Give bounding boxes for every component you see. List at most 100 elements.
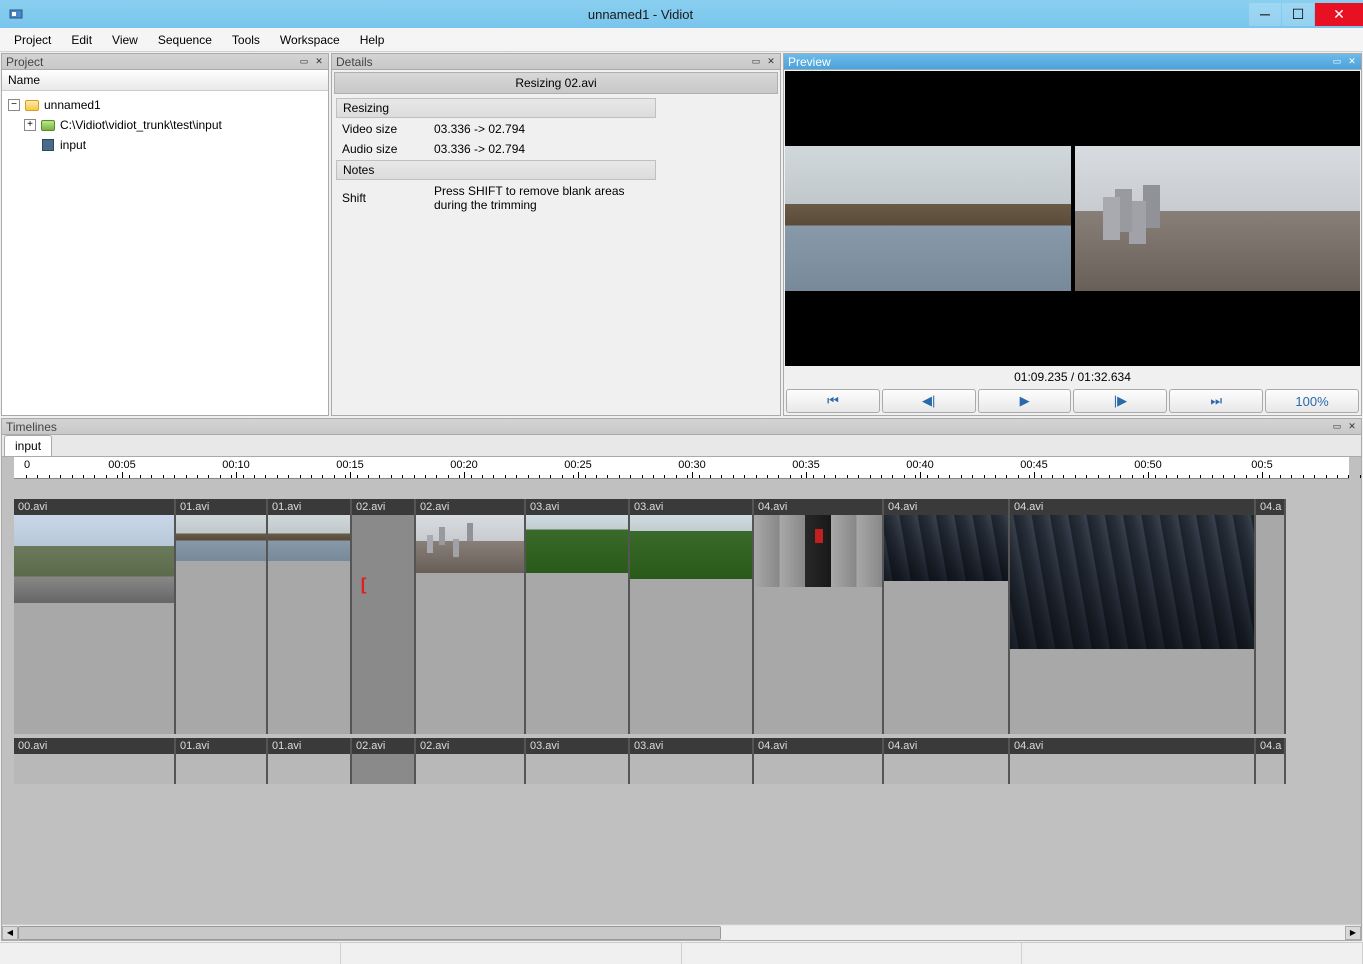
timeline-ruler[interactable]: 0 00:0500:1000:1500:2000:2500:3000:3500:… (14, 457, 1349, 479)
tree-collapse-icon[interactable]: − (8, 99, 20, 111)
play-button[interactable]: ▶ (978, 389, 1072, 413)
clip-label: 03.avi (526, 738, 628, 754)
video-clip[interactable]: 04.a (1256, 499, 1286, 734)
audio-clip[interactable]: 04.avi (884, 738, 1010, 784)
tree-root[interactable]: − unnamed1 (6, 95, 324, 115)
clip-label: 01.avi (268, 499, 350, 515)
video-clip[interactable]: 01.avi (268, 499, 352, 734)
video-clip[interactable]: 00.avi (14, 499, 176, 734)
tree-folder[interactable]: + C:\Vidiot\vidiot_trunk\test\input (6, 115, 324, 135)
clip-label: 02.avi (416, 738, 524, 754)
panel-close-icon[interactable]: ✕ (764, 56, 778, 68)
video-track[interactable]: 00.avi01.avi01.avi02.avi02.avi03.avi03.a… (14, 499, 1349, 734)
scroll-thumb[interactable] (18, 926, 721, 940)
preview-panel: Preview ▭ ✕ 01:09.235 / 01:32.634 ⏮ ◀| ▶… (783, 53, 1362, 416)
audio-track[interactable]: 00.avi01.avi01.avi02.avi02.avi03.avi03.a… (14, 738, 1349, 784)
project-column-name[interactable]: Name (2, 70, 328, 91)
close-button[interactable]: ✕ (1315, 3, 1363, 26)
project-panel-title: Project (4, 55, 296, 69)
ruler-label: 00:15 (336, 459, 364, 471)
timelines-panel: Timelines ▭ ✕ input 0 00:0500:1000:1500:… (1, 418, 1362, 941)
ruler-label: 00:30 (678, 459, 706, 471)
clip-label: 04.avi (1010, 499, 1254, 515)
clip-thumbnail (526, 515, 628, 573)
details-panel-header[interactable]: Details ▭ ✕ (332, 54, 780, 70)
video-clip[interactable]: 04.avi (754, 499, 884, 734)
tree-sequence[interactable]: input (6, 135, 324, 155)
audio-clip[interactable]: 01.avi (268, 738, 352, 784)
panel-dock-icon[interactable]: ▭ (297, 56, 311, 68)
panel-dock-icon[interactable]: ▭ (1330, 421, 1344, 433)
zoom-level[interactable]: 100% (1265, 389, 1359, 413)
menu-project[interactable]: Project (4, 30, 61, 50)
home-folder-icon (41, 120, 55, 131)
preview-display[interactable] (785, 71, 1360, 366)
scroll-right-button[interactable]: ▶ (1345, 926, 1361, 940)
preview-frame-left (785, 146, 1071, 291)
timeline-hscroll[interactable]: ◀ ▶ (2, 924, 1361, 940)
menu-view[interactable]: View (102, 30, 148, 50)
timelines-panel-header[interactable]: Timelines ▭ ✕ (2, 419, 1361, 435)
ruler-zero: 0 (24, 459, 30, 471)
menu-edit[interactable]: Edit (61, 30, 102, 50)
video-clip[interactable]: 02.avi (352, 499, 416, 734)
maximize-button[interactable]: ☐ (1282, 3, 1314, 26)
panel-dock-icon[interactable]: ▭ (749, 56, 763, 68)
goto-start-button[interactable]: ⏮ (786, 389, 880, 413)
app-icon (6, 4, 26, 24)
audio-clip[interactable]: 02.avi (352, 738, 416, 784)
audio-clip[interactable]: 03.avi (526, 738, 630, 784)
audio-clip[interactable]: 00.avi (14, 738, 176, 784)
ruler-label: 00:35 (792, 459, 820, 471)
clip-label: 03.avi (630, 499, 752, 515)
project-tree[interactable]: − unnamed1 + C:\Vidiot\vidiot_trunk\test… (2, 91, 328, 159)
timelines-panel-title: Timelines (4, 420, 1329, 434)
audio-clip[interactable]: 04.avi (1010, 738, 1256, 784)
timeline-body[interactable]: 0 00:0500:1000:1500:2000:2500:3000:3500:… (2, 457, 1361, 940)
clip-label: 04.a (1256, 499, 1284, 515)
preview-panel-header[interactable]: Preview ▭ ✕ (784, 54, 1361, 70)
audio-clip[interactable]: 04.avi (754, 738, 884, 784)
step-back-button[interactable]: ◀| (882, 389, 976, 413)
video-clip[interactable]: 04.avi (884, 499, 1010, 734)
audio-clip[interactable]: 04.a (1256, 738, 1286, 784)
details-title: Resizing 02.avi (334, 72, 778, 94)
panel-close-icon[interactable]: ✕ (1345, 421, 1359, 433)
minimize-button[interactable]: ─ (1249, 3, 1281, 26)
scroll-left-button[interactable]: ◀ (2, 926, 18, 940)
clip-label: 03.avi (630, 738, 752, 754)
panel-close-icon[interactable]: ✕ (312, 56, 326, 68)
tree-expand-icon[interactable]: + (24, 119, 36, 131)
step-forward-button[interactable]: |▶ (1073, 389, 1167, 413)
panel-dock-icon[interactable]: ▭ (1330, 56, 1344, 68)
video-clip[interactable]: 04.avi (1010, 499, 1256, 734)
project-panel-header[interactable]: Project ▭ ✕ (2, 54, 328, 70)
clip-thumbnail (630, 515, 752, 579)
audio-clip[interactable]: 03.avi (630, 738, 754, 784)
clip-label: 01.avi (176, 499, 266, 515)
sequence-icon (42, 139, 54, 151)
clip-label: 04.a (1256, 738, 1284, 754)
audio-clip[interactable]: 01.avi (176, 738, 268, 784)
video-clip[interactable]: 02.avi (416, 499, 526, 734)
video-clip[interactable]: 03.avi (630, 499, 754, 734)
panel-close-icon[interactable]: ✕ (1345, 56, 1359, 68)
timeline-tab-input[interactable]: input (4, 435, 52, 456)
menu-sequence[interactable]: Sequence (148, 30, 222, 50)
details-panel-title: Details (334, 55, 748, 69)
menu-help[interactable]: Help (350, 30, 395, 50)
video-clip[interactable]: 01.avi (176, 499, 268, 734)
project-panel: Project ▭ ✕ Name − unnamed1 + C:\Vidiot\… (1, 53, 329, 416)
menu-tools[interactable]: Tools (222, 30, 270, 50)
clip-thumbnail (14, 515, 174, 603)
video-clip[interactable]: 03.avi (526, 499, 630, 734)
ruler-label: 00:45 (1020, 459, 1048, 471)
clip-label: 04.avi (884, 499, 1008, 515)
menu-workspace[interactable]: Workspace (270, 30, 350, 50)
clip-thumbnail (268, 515, 350, 561)
audio-clip[interactable]: 02.avi (416, 738, 526, 784)
preview-frame-right (1075, 146, 1361, 291)
goto-end-button[interactable]: ⏭ (1169, 389, 1263, 413)
clip-label: 02.avi (352, 499, 414, 515)
clip-label: 03.avi (526, 499, 628, 515)
